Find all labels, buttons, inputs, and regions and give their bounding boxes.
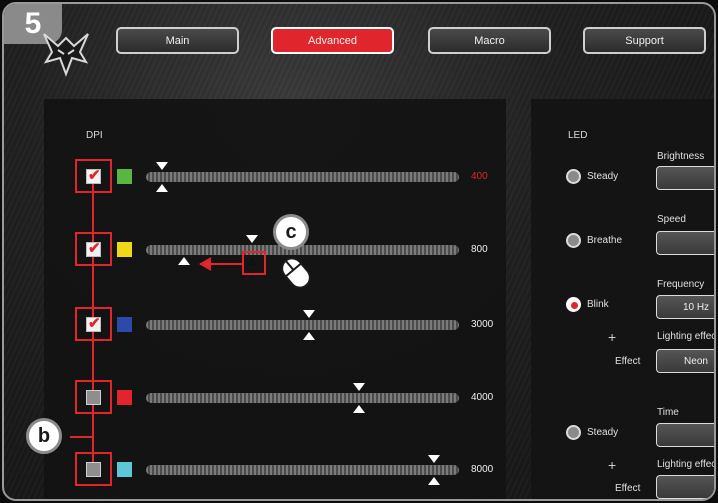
callout-c: c: [273, 214, 309, 250]
dpi-title: DPI: [86, 130, 103, 141]
tab-support[interactable]: Support: [583, 27, 706, 54]
dpi-value-label: 800: [471, 244, 488, 255]
trust-gxt-logo-icon: [43, 33, 89, 77]
dpi-enable-checkbox[interactable]: ✔: [86, 167, 101, 184]
frequency-field[interactable]: 10 Hz: [656, 295, 714, 319]
dpi-slider-track[interactable]: [146, 465, 459, 475]
dpi-slider-handle[interactable]: [352, 383, 367, 413]
effect-field-2[interactable]: [656, 475, 714, 499]
radio-breathe[interactable]: [566, 232, 581, 248]
checkmark-icon: ✔: [88, 240, 101, 257]
speed-field[interactable]: [656, 231, 714, 255]
led-mode-breathe[interactable]: Breathe: [566, 231, 622, 249]
tab-macro[interactable]: Macro: [428, 27, 551, 54]
dpi-value-label: 4000: [471, 392, 494, 403]
radio-blink[interactable]: [566, 296, 581, 312]
drag-arrow-line: [210, 263, 244, 265]
dpi-row: ✔ 3000: [44, 307, 506, 347]
dpi-color-swatch[interactable]: [117, 242, 132, 257]
dpi-row: 8000: [44, 452, 506, 492]
handle-down-arrow-icon: [352, 383, 365, 391]
effect-label: Effect: [615, 356, 641, 367]
callout-b: b: [26, 418, 62, 454]
radio-steady[interactable]: [566, 168, 581, 184]
handle-down-arrow-icon: [302, 310, 315, 318]
dpi-enable-checkbox[interactable]: [86, 462, 101, 477]
effect-field[interactable]: Neon: [656, 349, 714, 373]
dpi-panel: DPI ✔ 400 ✔ 800 ✔ 3000 4000 8000 c: [44, 99, 506, 499]
frequency-label: Frequency: [657, 279, 705, 290]
speed-label: Speed: [657, 214, 686, 225]
dpi-row: 4000: [44, 380, 506, 420]
led-mode-steady-2[interactable]: Steady: [566, 423, 618, 441]
dpi-enable-checkbox[interactable]: ✔: [86, 240, 101, 257]
radio-steady-2-label: Steady: [587, 426, 619, 438]
lighting-effect-label: Lighting effec: [657, 331, 716, 342]
dpi-enable-checkbox[interactable]: [86, 390, 101, 405]
brightness-label: Brightness: [657, 151, 705, 162]
lighting-effect-label-2: Lighting effec: [657, 459, 716, 470]
dpi-color-swatch[interactable]: [117, 169, 132, 184]
drag-arrow-head-icon: [199, 257, 211, 271]
led-mode-steady[interactable]: Steady: [566, 167, 618, 185]
tab-main[interactable]: Main: [116, 27, 239, 54]
handle-up-arrow-icon: [302, 332, 315, 340]
dpi-slider-handle[interactable]: [155, 162, 170, 192]
handle-up-arrow-icon: [427, 477, 440, 485]
checkmark-icon: ✔: [88, 315, 101, 332]
dpi-color-swatch[interactable]: [117, 390, 132, 405]
dpi-handle-highlight: [242, 251, 266, 275]
handle-up-arrow-icon: [352, 405, 365, 413]
dpi-value-label: 8000: [471, 464, 494, 475]
checkmark-icon: ✔: [88, 167, 101, 184]
dpi-value-label: 400: [471, 171, 488, 182]
effect-label-2: Effect: [615, 483, 641, 494]
led-title: LED: [568, 130, 588, 141]
dpi-value-label: 3000: [471, 319, 494, 330]
dpi-row: ✔ 400: [44, 159, 506, 199]
radio-breathe-label: Breathe: [587, 234, 623, 246]
time-label: Time: [657, 407, 679, 418]
add-effect-plus-icon[interactable]: +: [608, 329, 616, 345]
handle-down-arrow-icon: [427, 455, 440, 463]
led-mode-blink[interactable]: Blink: [566, 295, 609, 313]
radio-steady-2[interactable]: [566, 424, 581, 440]
dpi-enable-checkbox[interactable]: ✔: [86, 315, 101, 332]
callout-b-connector: [70, 436, 94, 438]
handle-up-arrow-icon: [155, 184, 168, 192]
time-field[interactable]: [656, 423, 714, 447]
handle-down-arrow-icon: [246, 235, 259, 243]
tab-advanced[interactable]: Advanced: [271, 27, 394, 54]
mouse-click-icon: [281, 257, 311, 289]
handle-down-arrow-icon: [155, 162, 168, 170]
dpi-ghost-handle: [178, 257, 190, 265]
dpi-slider-track[interactable]: [146, 393, 459, 403]
dpi-slider-handle[interactable]: [302, 310, 317, 340]
dpi-color-swatch[interactable]: [117, 462, 132, 477]
dpi-color-swatch[interactable]: [117, 317, 132, 332]
add-effect-plus-icon-2[interactable]: +: [608, 457, 616, 473]
radio-steady-label: Steady: [587, 170, 619, 182]
app-window: 5 Main Advanced Macro Support DPI ✔ 400 ✔ 8…: [2, 2, 716, 501]
radio-blink-label: Blink: [587, 298, 609, 310]
dpi-slider-track[interactable]: [146, 172, 459, 182]
dpi-slider-handle[interactable]: [427, 455, 442, 485]
led-panel: LED Steady Breathe Blink Steady Brightne…: [531, 99, 716, 499]
brightness-field[interactable]: [656, 166, 714, 190]
